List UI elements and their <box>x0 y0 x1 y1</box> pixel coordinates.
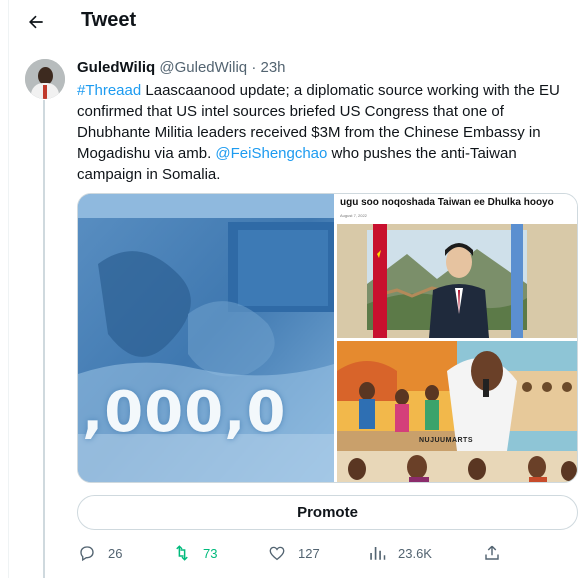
money-figure: ,000,0 <box>82 380 287 445</box>
analytics-icon <box>370 547 386 560</box>
artist-watermark: NUJUUMARTS <box>419 437 473 444</box>
column-border <box>8 0 9 578</box>
share-icon <box>485 545 499 560</box>
tweet-actions: 26 73 127 23.6K <box>0 540 578 566</box>
page-title: Tweet <box>81 9 137 31</box>
reply-count: 26 <box>108 545 123 561</box>
view-count: 23.6K <box>398 545 432 561</box>
media-image-illustration[interactable]: NUJUUMARTS <box>337 341 577 482</box>
views-button[interactable]: 23.6K <box>368 540 432 566</box>
media-image-money[interactable]: ,000,0 <box>78 194 334 482</box>
retweet-button[interactable]: 73 <box>173 540 217 566</box>
reply-button[interactable]: 26 <box>78 540 122 566</box>
retweet-count: 73 <box>203 545 218 561</box>
hashtag-link[interactable]: #Threaad <box>77 82 141 99</box>
promote-button[interactable]: Promote <box>77 495 578 530</box>
like-count: 127 <box>298 545 320 561</box>
retweet-icon <box>176 545 188 561</box>
tweet-text: #Threaad Laascaanood update; a diplomati… <box>77 80 575 185</box>
meta-separator: · <box>251 59 257 76</box>
like-button[interactable]: 127 <box>268 540 320 566</box>
author-handle[interactable]: @GuledWiliq <box>159 59 247 76</box>
heart-icon <box>269 546 285 561</box>
page-header: Tweet <box>0 0 578 44</box>
share-button[interactable] <box>483 540 513 566</box>
media-date: August 7, 2022 <box>340 213 367 218</box>
mention-link[interactable]: @FeiShengchao <box>215 145 327 162</box>
media-headline: ugu soo noqoshada Taiwan ee Dhulka hooyo <box>340 197 554 208</box>
media-image-ambassador[interactable]: ugu soo noqoshada Taiwan ee Dhulka hooyo… <box>337 194 577 338</box>
tweet-media: ,000,0 ugu soo noqoshada Taiwan ee Dhulk… <box>77 193 578 483</box>
back-button[interactable] <box>22 8 50 36</box>
avatar[interactable] <box>25 59 65 99</box>
tweet-meta: GuledWiliq @GuledWiliq · 23h <box>77 59 286 76</box>
arrow-left-icon <box>29 15 43 29</box>
tweet-time[interactable]: 23h <box>260 59 285 76</box>
reply-icon <box>80 546 94 562</box>
author-name[interactable]: GuledWiliq <box>77 59 155 76</box>
thread-line <box>43 100 45 578</box>
